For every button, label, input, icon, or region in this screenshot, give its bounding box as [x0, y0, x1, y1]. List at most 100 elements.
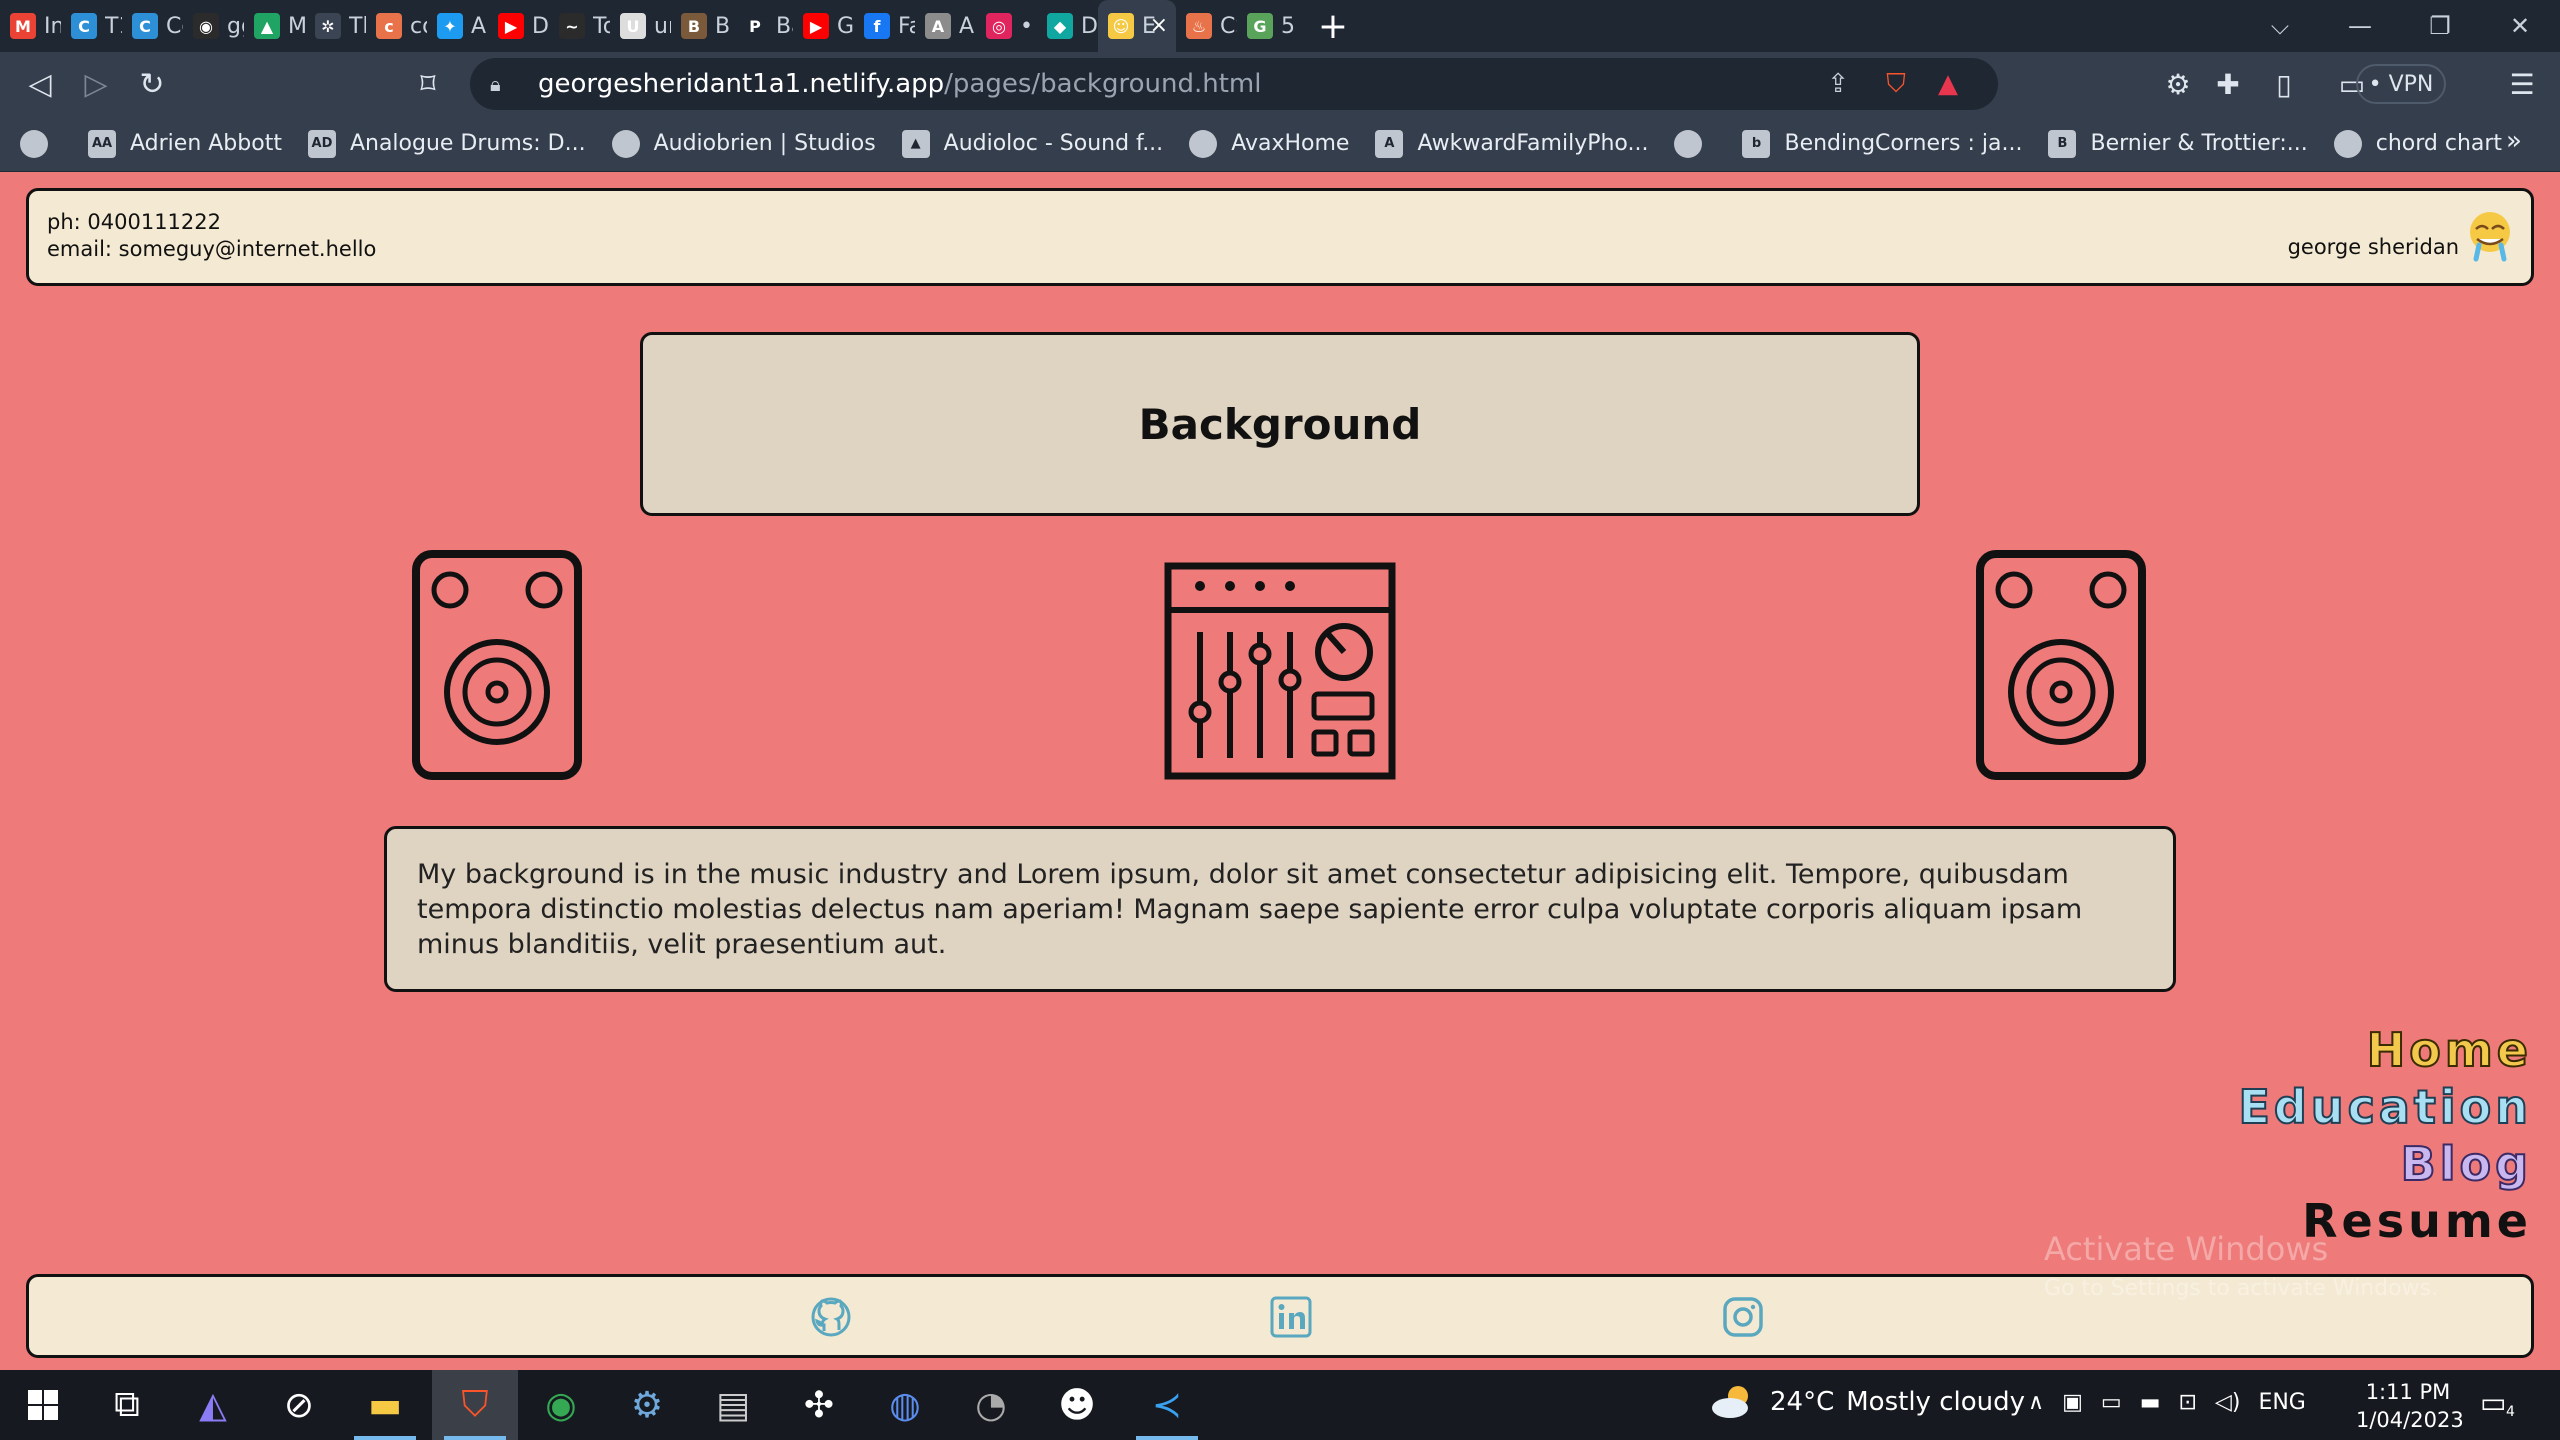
- browser-tab[interactable]: G 5 Wa: [1237, 0, 1298, 52]
- new-tab-button[interactable]: +: [1308, 0, 1358, 52]
- browser-tab[interactable]: M Inbo: [0, 0, 61, 52]
- browser-tab[interactable]: P Barn: [732, 0, 793, 52]
- bookmark-item[interactable]: AvaxHome: [1189, 129, 1349, 158]
- language-indicator[interactable]: ENG: [2258, 1390, 2305, 1415]
- share-icon[interactable]: ⇪: [1820, 66, 1856, 102]
- weather-widget[interactable]: 24°C Mostly cloudy: [1710, 1384, 2025, 1420]
- tidal-icon[interactable]: ✣: [776, 1370, 862, 1440]
- bookmark-label: Analogue Drums: D...: [349, 131, 586, 156]
- network-icon[interactable]: ⊡: [2179, 1390, 2197, 1415]
- browser-tab[interactable]: ▶ DKM: [488, 0, 549, 52]
- browser-tab[interactable]: ccodi: [366, 0, 427, 52]
- tab-title: Barn: [776, 13, 793, 39]
- brave-shield-icon[interactable]: ⛉: [1878, 66, 1914, 102]
- file-explorer-icon[interactable]: ▬: [342, 1370, 428, 1440]
- bookmark-item[interactable]: ▲ Audioloc - Sound f...: [901, 129, 1164, 158]
- browser-tab[interactable]: ◎ • Dis: [976, 0, 1037, 52]
- web-page: ph: 0400111222 email: someguy@internet.h…: [0, 172, 2560, 1370]
- tab-title: 5 Wa: [1281, 13, 1298, 39]
- notification-center-icon[interactable]: ▭ 4: [2480, 1386, 2524, 1424]
- globe-icon: [1189, 129, 1218, 158]
- app-icon-sw[interactable]: ◍: [862, 1370, 948, 1440]
- bookmark-item[interactable]: AD Analogue Drums: D...: [307, 129, 586, 158]
- browser-tab[interactable]: ☺ E ×: [1098, 0, 1176, 52]
- browser-tab[interactable]: ▶ Gart: [793, 0, 854, 52]
- browser-tab[interactable]: B BPM: [671, 0, 732, 52]
- app-icon-bolt[interactable]: ⊘: [256, 1370, 342, 1440]
- forward-button[interactable]: ▷: [68, 56, 124, 112]
- browser-tab[interactable]: ◉ ggrn: [183, 0, 244, 52]
- volume-icon[interactable]: ◁): [2215, 1390, 2241, 1415]
- tab-title: • Dis: [1020, 13, 1037, 39]
- brave-browser-icon[interactable]: ⛉: [432, 1370, 518, 1440]
- reload-button[interactable]: ↻: [124, 56, 180, 112]
- app-icon-penguin[interactable]: ☻: [1034, 1370, 1120, 1440]
- emoji-icon: ☺: [1108, 13, 1134, 39]
- battery-icon[interactable]: ▬: [2140, 1390, 2161, 1415]
- unip-icon: U: [620, 13, 646, 39]
- browser-tab[interactable]: ✦ Anon: [427, 0, 488, 52]
- tab-title: Anon: [471, 13, 488, 39]
- vpn-button[interactable]: • VPN: [2356, 64, 2446, 104]
- browser-tab[interactable]: ♨ CSS: [1176, 0, 1237, 52]
- extension-icon[interactable]: ⚙: [2156, 62, 2200, 106]
- nav-link-education[interactable]: Education: [2237, 1079, 2532, 1136]
- tab-title: DKM: [532, 13, 549, 39]
- arc-app-icon[interactable]: ◭: [170, 1370, 256, 1440]
- vscode-icon[interactable]: ≺: [1124, 1370, 1210, 1440]
- browser-tab[interactable]: ~ Tone: [549, 0, 610, 52]
- bookmarks-overflow-button[interactable]: »: [2506, 126, 2540, 156]
- minimize-button[interactable]: —: [2320, 0, 2400, 52]
- browser-tab[interactable]: A Alyx: [915, 0, 976, 52]
- meet-now-icon[interactable]: ▣: [2062, 1390, 2083, 1415]
- bookmark-item[interactable]: chord chart: [2333, 129, 2502, 158]
- linkedin-icon[interactable]: [1269, 1295, 1313, 1339]
- nav-link-blog[interactable]: Blog: [2238, 1136, 2532, 1193]
- system-clock[interactable]: 1:11 PM 1/04/2023: [2356, 1378, 2464, 1434]
- tab-search-icon[interactable]: ⌵: [2240, 0, 2320, 52]
- menu-icon[interactable]: ☰: [2500, 62, 2544, 106]
- bookmark-item[interactable]: A AwkwardFamilyPho...: [1375, 129, 1648, 158]
- bookmark-item[interactable]: [1674, 129, 1716, 158]
- task-view-icon[interactable]: ⧉: [84, 1370, 170, 1440]
- tab-title: MIXI: [288, 13, 305, 39]
- browser-tab[interactable]: UuniP: [610, 0, 671, 52]
- steam-icon[interactable]: ⚙: [604, 1370, 690, 1440]
- bookmark-item[interactable]: AA Adrien Abbott: [88, 129, 282, 158]
- bookmark-item[interactable]: B Bernier & Trottier:...: [2048, 129, 2308, 158]
- browser-tab[interactable]: ◆ Dom: [1037, 0, 1098, 52]
- browser-tab[interactable]: f Face: [854, 0, 915, 52]
- start-button[interactable]: [0, 1370, 86, 1440]
- tray-overflow-icon[interactable]: ∧: [2028, 1390, 2044, 1415]
- chrome-icon[interactable]: ◉: [518, 1370, 604, 1440]
- nav-link-home[interactable]: Home: [2238, 1022, 2532, 1079]
- app-icon-gauge[interactable]: ◔: [948, 1370, 1034, 1440]
- tab-close-icon[interactable]: ×: [1150, 13, 1168, 38]
- email-address: email: someguy@internet.hello: [47, 237, 377, 261]
- puzzle-extensions-icon[interactable]: ✚: [2206, 62, 2250, 106]
- sidebar-toggle-icon[interactable]: ▯: [2262, 62, 2306, 106]
- address-bar[interactable]: 🔒︎ georgesheridant1a1.netlify.app/pages/…: [470, 58, 1998, 110]
- browser-tab[interactable]: ▲ MIXI: [244, 0, 305, 52]
- restore-button[interactable]: ❐: [2400, 0, 2480, 52]
- bookmark-label: BendingCorners : ja...: [1784, 131, 2023, 156]
- browser-tab[interactable]: ✲ The: [305, 0, 366, 52]
- browser-tab[interactable]: C T1A2: [61, 0, 122, 52]
- back-button[interactable]: ◁: [12, 56, 68, 112]
- app-icon-window[interactable]: ▤: [690, 1370, 776, 1440]
- afp-icon: A: [1375, 129, 1404, 158]
- github-icon[interactable]: [809, 1295, 853, 1339]
- display-icon[interactable]: ▭: [2101, 1390, 2122, 1415]
- watermark-subtitle: Go to Settings to activate Windows.: [2044, 1276, 2439, 1301]
- canvas-icon: C: [71, 13, 97, 39]
- site-navigation: Home Education Blog Resume: [2237, 1022, 2532, 1250]
- bookmark-item[interactable]: [20, 129, 62, 158]
- close-window-button[interactable]: ✕: [2480, 0, 2560, 52]
- bookmark-page-icon[interactable]: ⌑: [400, 56, 456, 112]
- bookmark-item[interactable]: Audiobrien | Studios: [611, 129, 876, 158]
- brave-rewards-icon[interactable]: ▲: [1930, 66, 1966, 102]
- instagram-icon[interactable]: [1721, 1295, 1765, 1339]
- bookmark-label: Audioloc - Sound f...: [943, 131, 1164, 156]
- bookmark-item[interactable]: b BendingCorners : ja...: [1742, 129, 2023, 158]
- browser-tab[interactable]: C Conf: [122, 0, 183, 52]
